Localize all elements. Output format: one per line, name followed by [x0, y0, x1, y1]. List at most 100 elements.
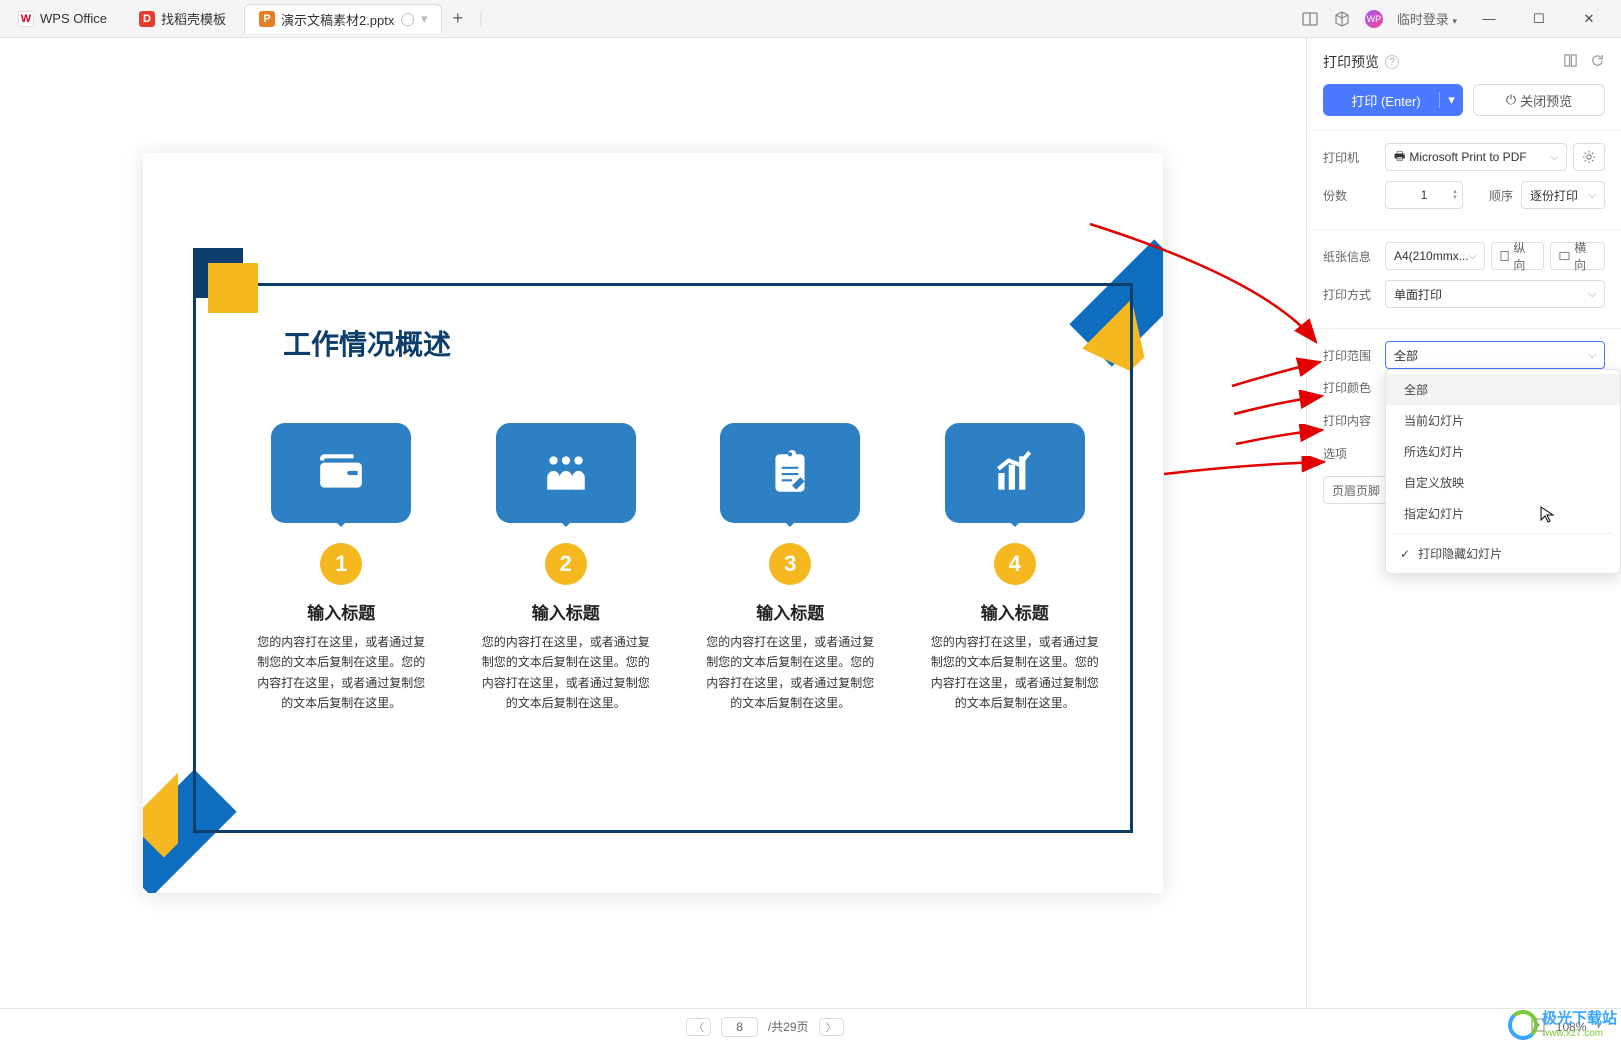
- mouse-cursor: [1539, 505, 1557, 523]
- print-range-select[interactable]: 全部 ⌵: [1385, 341, 1605, 369]
- printer-label: 打印机: [1323, 149, 1385, 166]
- color-label: 打印颜色: [1323, 379, 1385, 396]
- printer-select[interactable]: 🖶 Microsoft Print to PDF ⌵: [1385, 143, 1567, 171]
- site-watermark: 极光下载站 www.xz7.com: [1508, 1010, 1617, 1040]
- dropdown-separator: [1394, 533, 1612, 534]
- header-footer-label: 页眉页脚: [1332, 482, 1380, 499]
- print-button-label: 打印 (Enter): [1333, 91, 1439, 110]
- duplex-value: 单面打印: [1394, 286, 1442, 303]
- options-label: 选项: [1323, 445, 1385, 462]
- card-number: 3: [769, 543, 811, 585]
- tab-document[interactable]: P 演示文稿素材2.pptx ◯ ▾: [244, 4, 443, 34]
- card-number: 4: [994, 543, 1036, 585]
- card-title: 输入标题: [927, 599, 1104, 624]
- panel-title: 打印预览: [1323, 52, 1379, 72]
- card-number: 2: [545, 543, 587, 585]
- tab-label: WPS Office: [40, 11, 107, 26]
- tab-wps-home[interactable]: W WPS Office: [4, 4, 121, 34]
- chevron-down-icon: ⌵: [1588, 350, 1596, 361]
- order-select[interactable]: 逐份打印 ⌵: [1521, 181, 1605, 209]
- copies-input[interactable]: 1 ▲▼: [1385, 181, 1463, 209]
- print-dropdown-toggle[interactable]: ▾: [1439, 92, 1463, 108]
- chevron-down-icon: ⌵: [1588, 190, 1596, 201]
- watermark-url: www.xz7.com: [1542, 1028, 1617, 1039]
- print-hidden-label: 打印隐藏幻灯片: [1418, 545, 1502, 562]
- power-icon: ⏻: [1506, 92, 1516, 108]
- login-button[interactable]: 临时登录 ▾: [1397, 9, 1457, 28]
- card-2: 2 输入标题 您的内容打在这里，或者通过复制您的文本后复制在这里。您的内容打在这…: [478, 423, 655, 714]
- chevron-down-icon: ⌵: [1588, 289, 1596, 300]
- range-value: 全部: [1394, 347, 1418, 364]
- card-title: 输入标题: [702, 599, 879, 624]
- page-input[interactable]: 8: [721, 1017, 758, 1037]
- chevron-down-icon: ⌵: [1469, 251, 1477, 262]
- card-title: 输入标题: [253, 599, 430, 624]
- layout-icon[interactable]: [1301, 10, 1319, 28]
- printer-settings-button[interactable]: [1573, 143, 1605, 171]
- card-text: 您的内容打在这里，或者通过复制您的文本后复制在这里。您的内容打在这里，或者通过复…: [702, 632, 879, 714]
- orientation-portrait-button[interactable]: 纵向: [1491, 242, 1544, 270]
- duplex-select[interactable]: 单面打印 ⌵: [1385, 280, 1605, 308]
- card-1: 1 输入标题 您的内容打在这里，或者通过复制您的文本后复制在这里。您的内容打在这…: [253, 423, 430, 714]
- tab-divider: |: [473, 10, 489, 28]
- tab-status-icon: ◯: [400, 11, 415, 27]
- orientation-landscape-label: 横向: [1574, 239, 1596, 273]
- annotation-arrow: [1160, 456, 1330, 480]
- card-icon-chart: [945, 423, 1085, 523]
- dropdown-item-specified[interactable]: 指定幻灯片: [1386, 498, 1620, 529]
- dropdown-item-all[interactable]: 全部: [1386, 374, 1620, 405]
- dropdown-item-print-hidden[interactable]: ✓ 打印隐藏幻灯片: [1386, 538, 1620, 569]
- refresh-icon[interactable]: [1590, 53, 1605, 71]
- wps-icon: W: [18, 11, 34, 27]
- watermark-name: 极光下载站: [1542, 1011, 1617, 1028]
- panel-header: 打印预览 ?: [1307, 38, 1621, 84]
- copies-value: 1: [1421, 188, 1428, 202]
- card-text: 您的内容打在这里，或者通过复制您的文本后复制在这里。您的内容打在这里，或者通过复…: [927, 632, 1104, 714]
- close-preview-label: 关闭预览: [1520, 91, 1572, 110]
- paper-label: 纸张信息: [1323, 248, 1385, 265]
- card-3: 3 输入标题 您的内容打在这里，或者通过复制您的文本后复制在这里。您的内容打在这…: [702, 423, 879, 714]
- dropdown-item-selected[interactable]: 所选幻灯片: [1386, 436, 1620, 467]
- printer-icon: 🖶: [1394, 147, 1405, 168]
- card-text: 您的内容打在这里，或者通过复制您的文本后复制在这里。您的内容打在这里，或者通过复…: [478, 632, 655, 714]
- chevron-down-icon: ⌵: [1550, 152, 1558, 163]
- page-total: /共29页: [768, 1018, 809, 1035]
- slide-title: 工作情况概述: [283, 323, 451, 363]
- tab-more-icon[interactable]: ▾: [421, 11, 428, 27]
- maximize-button[interactable]: ☐: [1521, 11, 1557, 27]
- paper-select[interactable]: A4(210mmx... ⌵: [1385, 242, 1485, 270]
- card-icon-people: [496, 423, 636, 523]
- card-row: 1 输入标题 您的内容打在这里，或者通过复制您的文本后复制在这里。您的内容打在这…: [253, 423, 1103, 714]
- slide-preview: 工作情况概述 1 输入标题 您的内容打在这里，或者通过复制您的文本后复制在这里。…: [143, 153, 1163, 893]
- help-icon[interactable]: ?: [1385, 55, 1399, 69]
- close-button[interactable]: ✕: [1571, 11, 1607, 27]
- print-button[interactable]: 打印 (Enter) ▾: [1323, 84, 1463, 116]
- dropdown-item-custom[interactable]: 自定义放映: [1386, 467, 1620, 498]
- print-range-dropdown: 全部 当前幻灯片 所选幻灯片 自定义放映 指定幻灯片 ✓ 打印隐藏幻灯片: [1385, 369, 1621, 574]
- ppt-icon: P: [259, 11, 275, 27]
- prev-page-button[interactable]: 〈: [686, 1018, 711, 1036]
- orientation-landscape-button[interactable]: 横向: [1550, 242, 1605, 270]
- settings-icon[interactable]: [1563, 53, 1578, 71]
- minimize-button[interactable]: —: [1471, 11, 1507, 26]
- card-icon-clipboard: [720, 423, 860, 523]
- content-label: 打印内容: [1323, 412, 1385, 429]
- close-preview-button[interactable]: ⏻ 关闭预览: [1473, 84, 1605, 116]
- new-tab-button[interactable]: +: [442, 8, 473, 29]
- user-avatar[interactable]: WP: [1365, 10, 1383, 28]
- print-preview-panel: 打印预览 ? 打印 (Enter) ▾ ⏻ 关闭预览 打印机 🖶: [1307, 38, 1621, 1008]
- cube-icon[interactable]: [1333, 10, 1351, 28]
- card-text: 您的内容打在这里，或者通过复制您的文本后复制在这里。您的内容打在这里，或者通过复…: [253, 632, 430, 714]
- card-title: 输入标题: [478, 599, 655, 624]
- check-icon: ✓: [1400, 547, 1410, 561]
- orientation-portrait-label: 纵向: [1513, 239, 1535, 273]
- spin-down[interactable]: ▼: [1452, 195, 1458, 201]
- dropdown-item-current[interactable]: 当前幻灯片: [1386, 405, 1620, 436]
- watermark-logo-icon: [1508, 1010, 1538, 1040]
- tab-templates[interactable]: D 找稻壳模板: [125, 4, 240, 34]
- header-footer-button[interactable]: 页眉页脚: [1323, 476, 1389, 504]
- printer-value: Microsoft Print to PDF: [1409, 150, 1526, 164]
- decoration: [208, 263, 258, 313]
- duplex-label: 打印方式: [1323, 286, 1385, 303]
- next-page-button[interactable]: 〉: [819, 1018, 844, 1036]
